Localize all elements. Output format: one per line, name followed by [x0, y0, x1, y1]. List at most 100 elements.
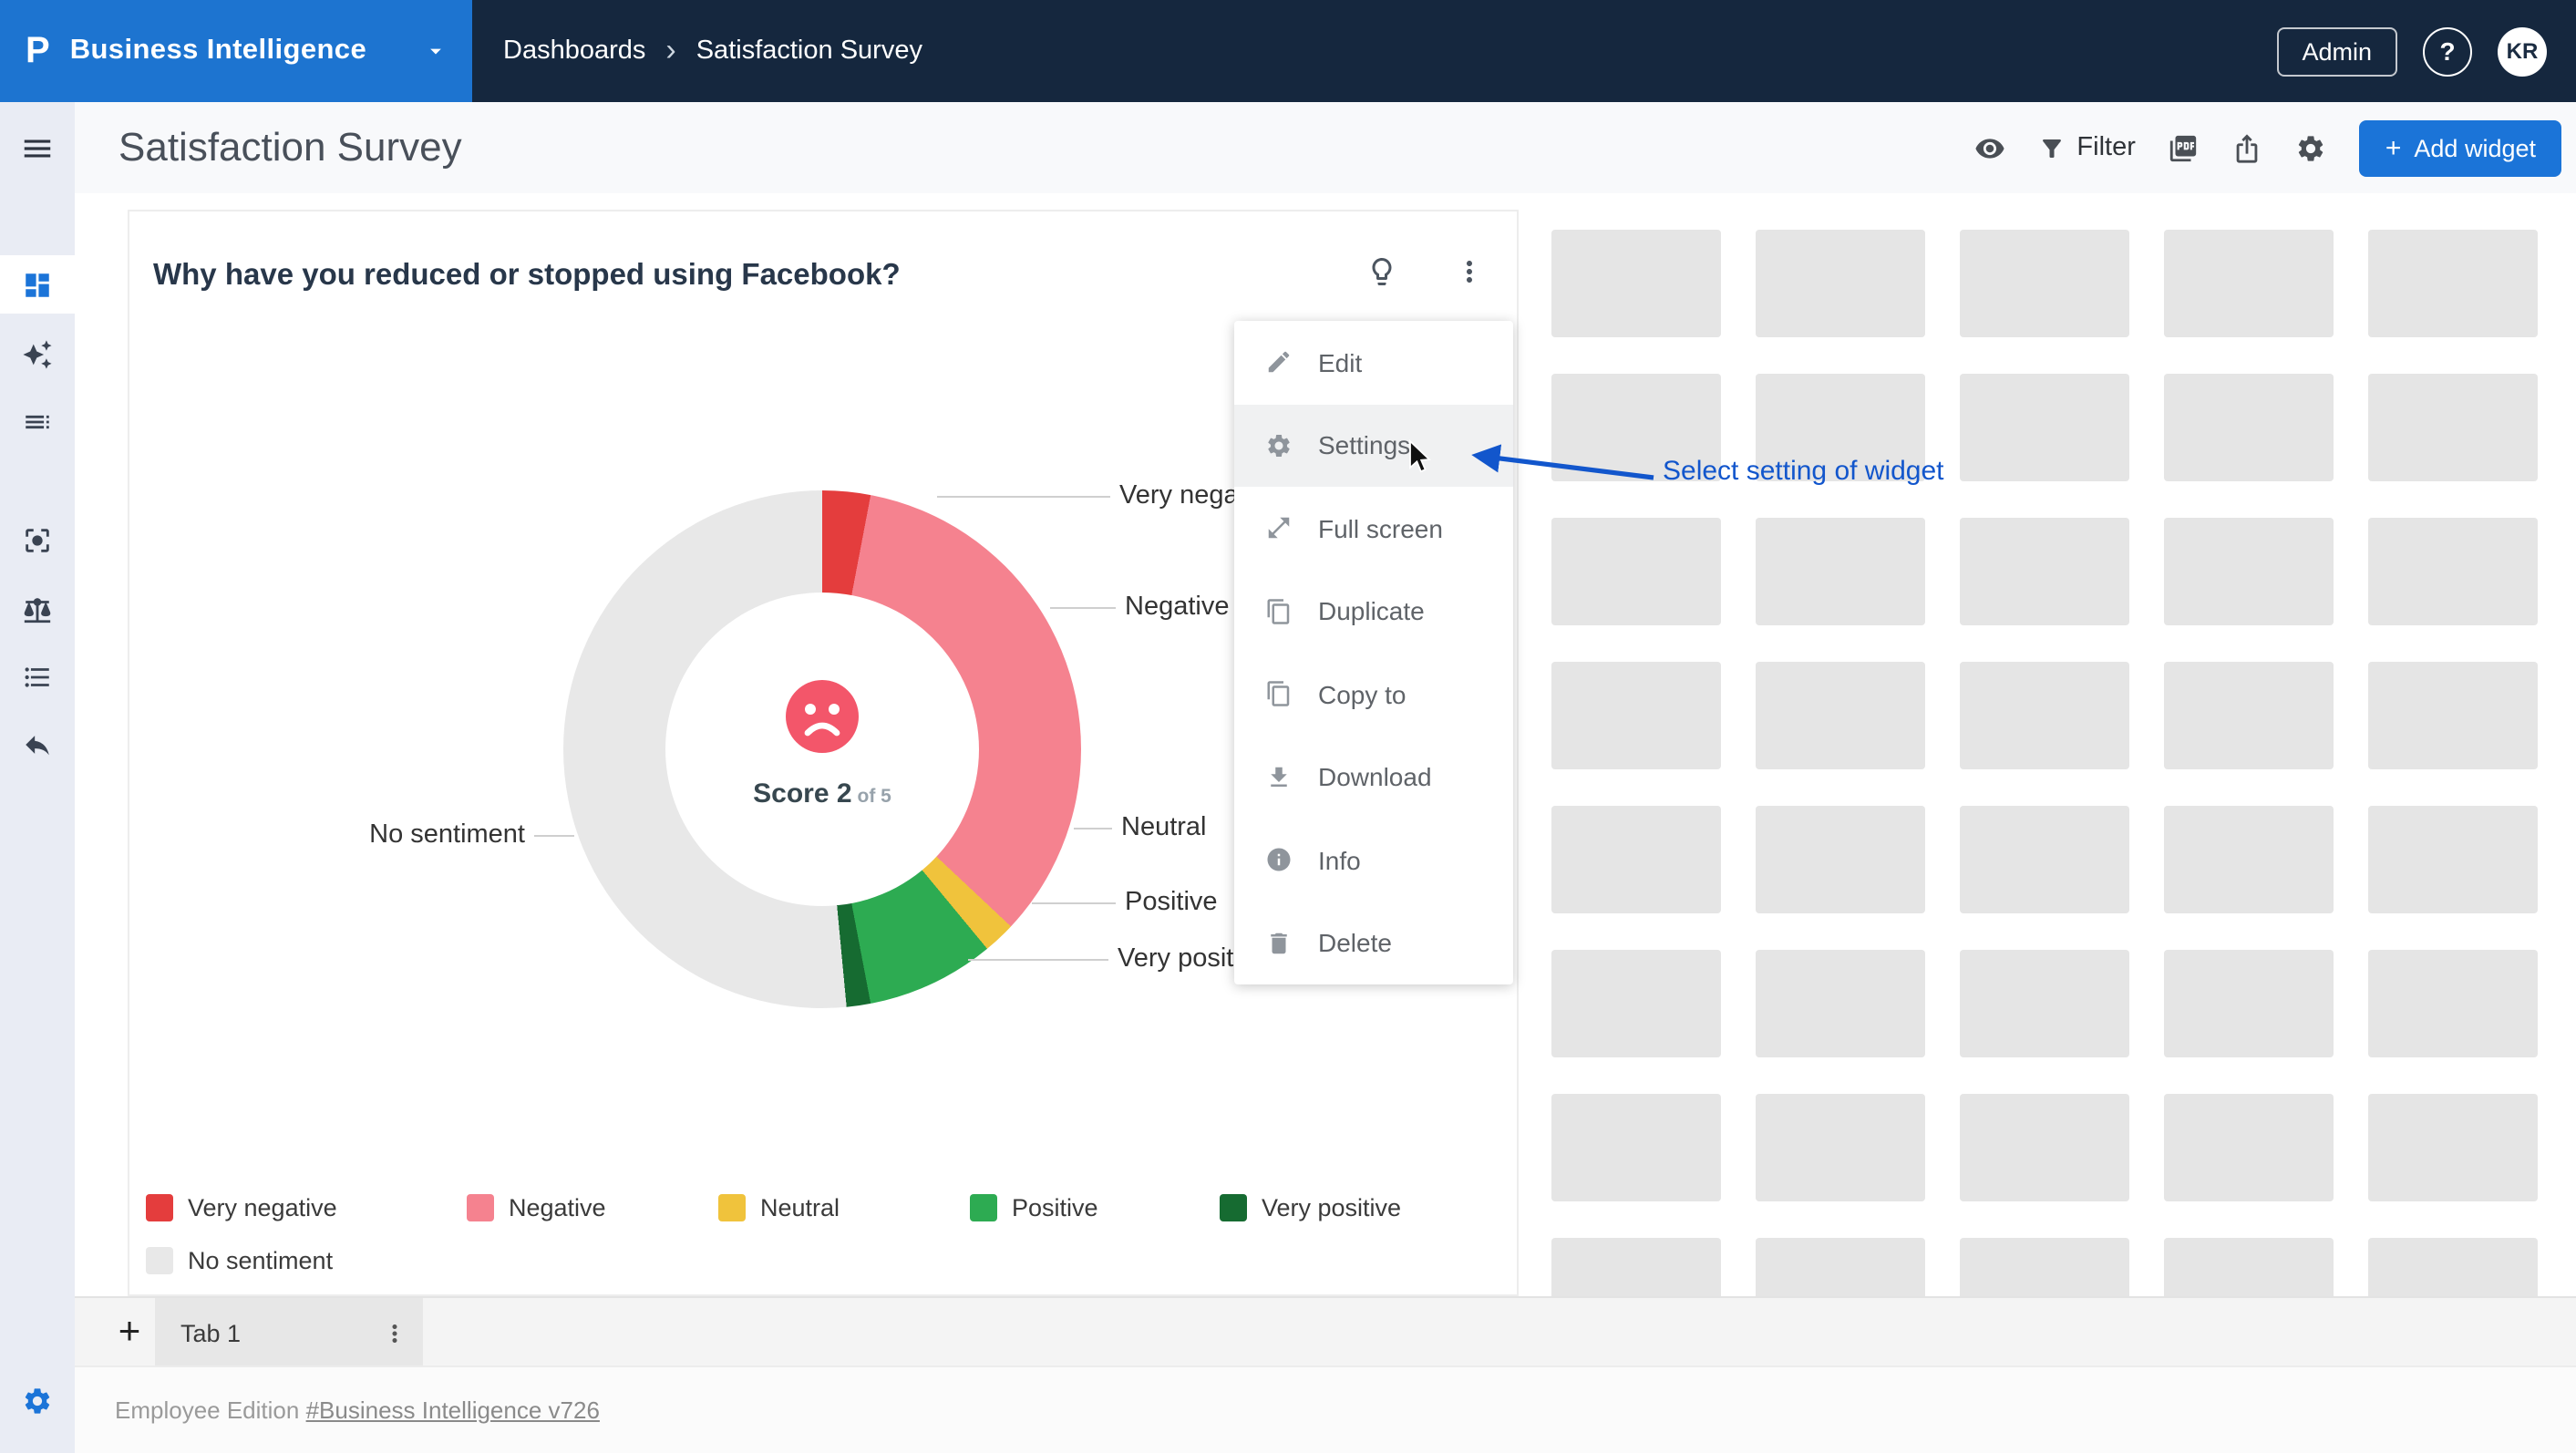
legend-item: Very negative: [146, 1190, 337, 1223]
placeholder-tile: [1756, 806, 1925, 913]
placeholder-tile: [2368, 662, 2538, 769]
placeholder-tile: [2164, 1238, 2334, 1296]
placeholder-tile: [2368, 518, 2538, 625]
widget-more-menu-icon[interactable]: [1453, 255, 1486, 288]
dashboard-settings-gear-icon[interactable]: [2296, 132, 2327, 163]
brand-switcher[interactable]: P Business Intelligence: [0, 0, 472, 102]
score-value: Score 2: [753, 778, 851, 809]
main-area: Satisfaction Survey Filter: [75, 102, 2576, 1453]
breadcrumb: Dashboards › Satisfaction Survey: [503, 33, 922, 69]
menu-item-copy-to[interactable]: Copy to: [1234, 653, 1513, 736]
menu-item-label: Edit: [1318, 348, 1362, 377]
breadcrumb-dashboards[interactable]: Dashboards: [503, 36, 645, 66]
share-icon[interactable]: [2232, 132, 2263, 163]
placeholder-tile: [1960, 1094, 2129, 1201]
leader-line: [1074, 828, 1112, 830]
score-max: of 5: [858, 786, 891, 808]
placeholder-tile: [2368, 950, 2538, 1057]
menu-item-download[interactable]: Download: [1234, 736, 1513, 819]
sidebar-item-focus[interactable]: [0, 510, 75, 569]
menu-item-settings[interactable]: Settings: [1234, 404, 1513, 487]
leader-line: [937, 496, 1110, 498]
download-icon: [1265, 764, 1293, 791]
sidebar-item-ai-sparkles[interactable]: [0, 325, 75, 383]
sidebar-item-contents[interactable]: [0, 392, 75, 450]
placeholder-tile: [2368, 1238, 2538, 1296]
placeholder-tile: [1551, 1238, 1721, 1296]
sad-face-icon: [784, 678, 860, 755]
visibility-eye-icon[interactable]: [1974, 132, 2005, 163]
menu-item-full-screen[interactable]: Full screen: [1234, 487, 1513, 570]
placeholder-tile: [2164, 950, 2334, 1057]
menu-item-label: Settings: [1318, 431, 1410, 460]
legend-swatch: [467, 1193, 494, 1221]
legend-item: No sentiment: [146, 1243, 333, 1276]
placeholder-tile: [2368, 374, 2538, 481]
placeholder-tile: [2368, 806, 2538, 913]
legend-item: Neutral: [718, 1190, 840, 1223]
placeholder-tile: [1960, 230, 2129, 337]
gear-icon: [1265, 432, 1293, 459]
legend-label: Very positive: [1262, 1193, 1401, 1221]
widget-context-menu: Edit Settings Full screen Duplicate Copy…: [1234, 321, 1513, 984]
legend-swatch: [970, 1193, 997, 1221]
placeholder-grid: [1551, 230, 2538, 1296]
leader-line: [1050, 607, 1116, 609]
legend-label: Positive: [1012, 1193, 1098, 1221]
filter-label: Filter: [2076, 133, 2135, 162]
leader-line: [968, 959, 1108, 961]
brand-name: Business Intelligence: [70, 35, 366, 67]
placeholder-tile: [1756, 1238, 1925, 1296]
export-pdf-icon[interactable]: [2169, 132, 2200, 163]
placeholder-tile: [2164, 1094, 2334, 1201]
leader-line: [534, 835, 574, 837]
menu-item-label: Duplicate: [1318, 597, 1425, 626]
legend-label: Neutral: [760, 1193, 840, 1221]
menu-item-info[interactable]: Info: [1234, 819, 1513, 902]
page-header: Satisfaction Survey Filter: [75, 102, 2576, 193]
tab-label: Tab 1: [180, 1319, 241, 1346]
help-button[interactable]: ?: [2423, 26, 2472, 76]
sidebar-item-dashboards[interactable]: [0, 255, 75, 314]
sidebar-item-list[interactable]: [0, 647, 75, 706]
menu-item-delete[interactable]: Delete: [1234, 902, 1513, 984]
breadcrumb-separator-icon: ›: [665, 33, 675, 69]
annotation-text: Select setting of widget: [1663, 456, 1944, 487]
tab-more-menu-icon[interactable]: [381, 1319, 408, 1346]
avatar[interactable]: KR: [2498, 26, 2547, 76]
placeholder-tile: [1756, 230, 1925, 337]
sidebar: [0, 102, 75, 1453]
placeholder-tile: [1551, 1094, 1721, 1201]
legend-label: Very negative: [188, 1193, 337, 1221]
menu-item-edit[interactable]: Edit: [1234, 321, 1513, 404]
version-link[interactable]: #Business Intelligence v726: [306, 1396, 600, 1424]
callout-positive: Positive: [1125, 886, 1218, 919]
hamburger-menu-icon[interactable]: [0, 119, 75, 177]
placeholder-tile: [1960, 374, 2129, 481]
insights-lightbulb-icon[interactable]: [1365, 255, 1398, 288]
legend-item: Very positive: [1220, 1190, 1401, 1223]
fullscreen-icon: [1265, 515, 1293, 542]
placeholder-tile: [1551, 518, 1721, 625]
callout-no-sentiment: No sentiment: [312, 819, 525, 851]
admin-button[interactable]: Admin: [2276, 26, 2397, 76]
chevron-down-icon[interactable]: [423, 38, 448, 64]
menu-item-duplicate[interactable]: Duplicate: [1234, 570, 1513, 653]
placeholder-tile: [2164, 518, 2334, 625]
filter-button[interactable]: Filter: [2038, 133, 2135, 162]
placeholder-tile: [1756, 662, 1925, 769]
sidebar-settings-gear-icon[interactable]: [0, 1371, 75, 1429]
sidebar-item-compare[interactable]: [0, 580, 75, 638]
copy-icon: [1265, 681, 1293, 708]
add-widget-button[interactable]: + Add widget: [2360, 119, 2561, 176]
placeholder-tile: [1756, 950, 1925, 1057]
sidebar-item-back[interactable]: [0, 715, 75, 773]
legend-item: Negative: [467, 1190, 606, 1223]
leader-line: [1032, 902, 1116, 904]
legend-item: Positive: [970, 1190, 1098, 1223]
tab-bar: + Tab 1: [75, 1296, 2576, 1365]
score-label: Score 2 of 5: [676, 778, 968, 811]
placeholder-tile: [2368, 1094, 2538, 1201]
legend-swatch: [146, 1246, 173, 1273]
tab-1[interactable]: Tab 1: [155, 1298, 423, 1367]
